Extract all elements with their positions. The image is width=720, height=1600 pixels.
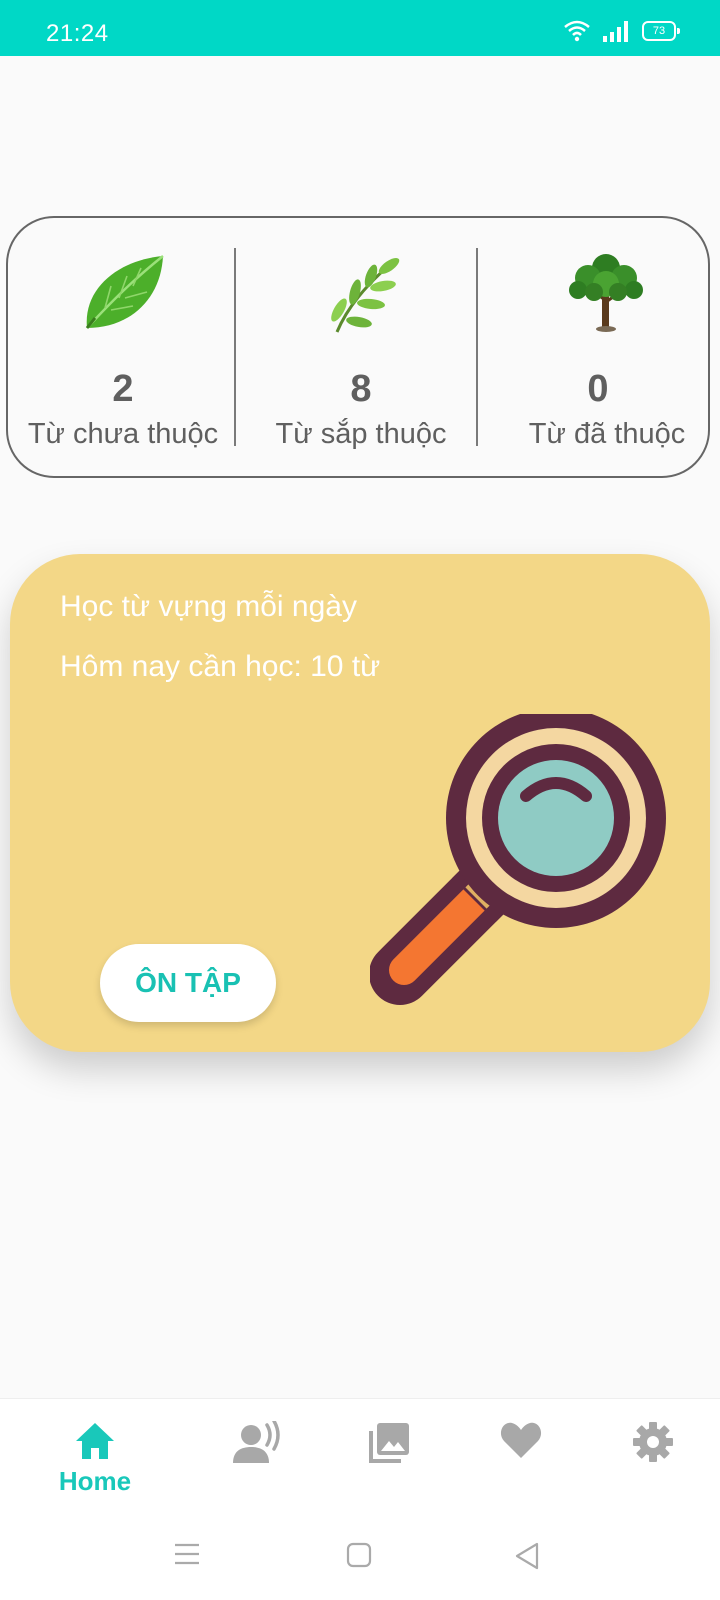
divider xyxy=(476,248,478,446)
divider xyxy=(234,248,236,446)
battery-indicator: 73 xyxy=(642,21,680,41)
home-icon xyxy=(76,1423,114,1459)
review-button[interactable]: ÔN TẬP xyxy=(100,944,276,1022)
sprout-icon xyxy=(331,257,400,333)
nav-home-label: Home xyxy=(58,1466,132,1496)
daily-study-card: Học từ vựng mỗi ngày Hôm nay cần học: 10… xyxy=(10,554,710,1052)
stat-unlearned[interactable]: 2 Từ chưa thuộc xyxy=(8,218,238,476)
stat-almost-learned[interactable]: 8 Từ sắp thuộc xyxy=(242,218,480,476)
unlearned-count: 2 xyxy=(112,368,134,410)
home-square-icon[interactable] xyxy=(346,1542,372,1568)
status-bar: 21:24 73 xyxy=(0,0,720,56)
system-navigation-bar xyxy=(0,1518,720,1600)
back-icon[interactable] xyxy=(514,1542,540,1570)
status-time: 21:24 xyxy=(46,20,109,47)
nav-settings[interactable] xyxy=(603,1421,703,1468)
nav-home[interactable]: Home xyxy=(45,1421,145,1497)
magnifier-icon xyxy=(370,714,666,1005)
study-card-title: Học từ vựng mỗi ngày xyxy=(60,590,357,623)
nav-pronunciation[interactable] xyxy=(207,1419,307,1470)
heart-icon xyxy=(500,1422,542,1458)
nav-gallery[interactable] xyxy=(339,1421,439,1470)
signal-icon xyxy=(603,21,628,42)
tree-icon xyxy=(569,254,643,332)
learned-count: 0 xyxy=(587,368,609,410)
almost-learned-count: 8 xyxy=(350,368,372,410)
word-stats-card: 2 Từ chưa thuộc 8 Từ sắp thuộc 0 Từ đã t… xyxy=(6,216,710,478)
gear-icon xyxy=(633,1422,673,1462)
voice-icon xyxy=(233,1419,280,1463)
status-icons: 73 xyxy=(564,20,680,42)
leaf-icon xyxy=(85,255,164,329)
gallery-icon xyxy=(369,1423,409,1463)
unlearned-label: Từ chưa thuộc xyxy=(27,418,219,450)
menu-icon[interactable] xyxy=(174,1542,200,1566)
nav-favorites[interactable] xyxy=(471,1421,571,1464)
almost-learned-label: Từ sắp thuộc xyxy=(275,418,447,450)
learned-label: Từ đã thuộc xyxy=(528,418,686,450)
stat-learned[interactable]: 0 Từ đã thuộc xyxy=(484,218,712,476)
bottom-navigation: Home xyxy=(0,1398,720,1519)
study-card-subtitle: Hôm nay cần học: 10 từ xyxy=(60,650,381,683)
wifi-icon xyxy=(564,20,590,42)
